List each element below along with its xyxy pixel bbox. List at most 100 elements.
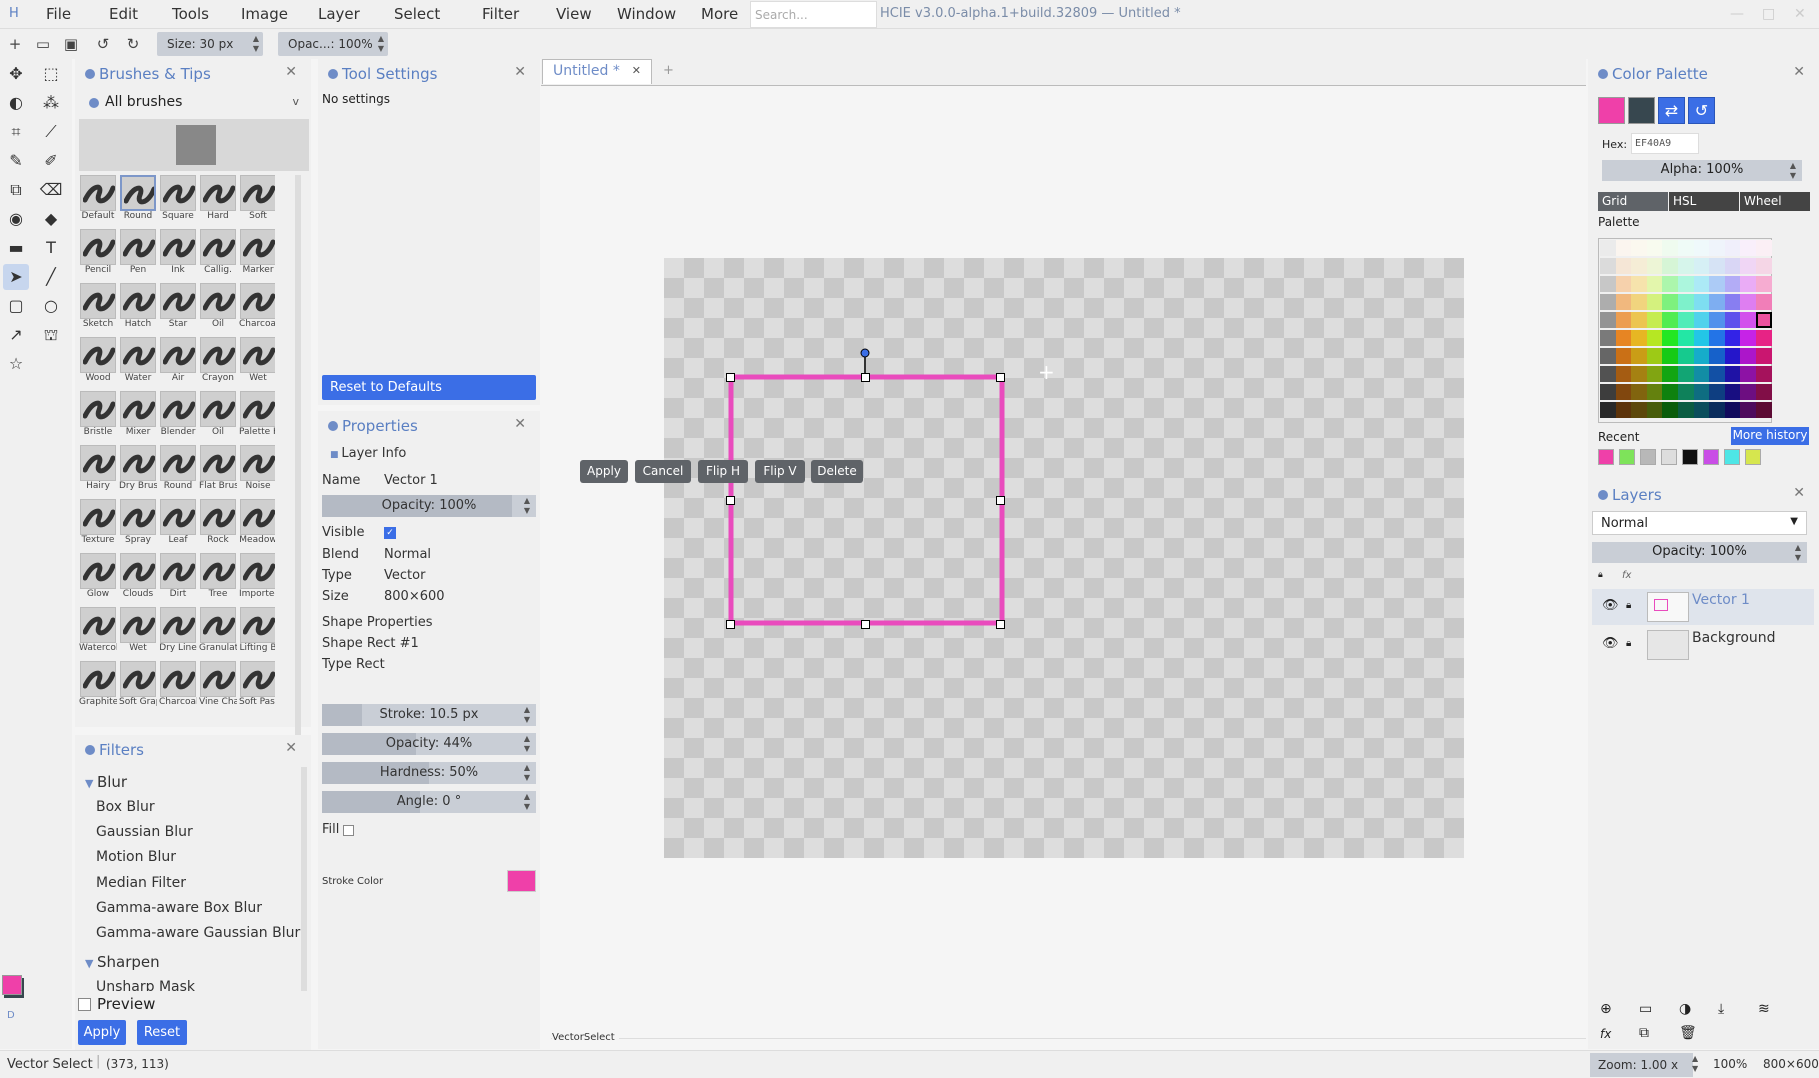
palette-swatch[interactable] bbox=[1740, 294, 1757, 310]
close-icon[interactable]: ✕ bbox=[285, 64, 297, 80]
palette-swatch[interactable] bbox=[1662, 258, 1679, 274]
palette-swatch[interactable] bbox=[1709, 294, 1726, 310]
default-colors-label[interactable]: D bbox=[7, 1010, 15, 1021]
brush-item[interactable]: Vine Char bbox=[199, 661, 237, 713]
palette-swatch[interactable] bbox=[1662, 402, 1679, 418]
palette-swatch[interactable] bbox=[1678, 258, 1694, 274]
brush-item[interactable]: Hatch bbox=[119, 283, 157, 335]
brush-item[interactable]: Imported bbox=[239, 553, 275, 605]
reset-colors-icon[interactable]: ↺ bbox=[1688, 97, 1715, 124]
crop-tool-icon[interactable]: ⌗ bbox=[3, 119, 29, 145]
filter-gamma-box-blur[interactable]: Gamma-aware Box Blur bbox=[96, 900, 262, 916]
filter-apply-button[interactable]: Apply bbox=[78, 1020, 126, 1045]
menu-tools[interactable]: Tools bbox=[172, 5, 209, 23]
lasso-tool-icon[interactable]: ◐ bbox=[3, 90, 29, 116]
palette-swatch[interactable] bbox=[1646, 240, 1663, 256]
palette-swatch[interactable] bbox=[1724, 240, 1741, 256]
fx-icon[interactable]: fx bbox=[1600, 1027, 1611, 1041]
text-tool-icon[interactable]: T bbox=[38, 235, 64, 261]
palette-swatch[interactable] bbox=[1600, 384, 1616, 400]
redo-icon[interactable]: ↻ bbox=[124, 35, 142, 53]
brush-item[interactable]: Water bbox=[119, 337, 157, 389]
brush-item[interactable]: Default bbox=[79, 175, 117, 227]
palette-swatch[interactable] bbox=[1740, 312, 1757, 328]
palette-swatch[interactable] bbox=[1693, 258, 1710, 274]
brush-item[interactable]: Soft Grap bbox=[119, 661, 157, 713]
vector-rect-shape[interactable] bbox=[728, 374, 1005, 626]
eyedropper-icon[interactable]: ⟋ bbox=[38, 119, 64, 145]
stroke-width-slider[interactable]: Stroke: 10.5 px ▲ ▼ bbox=[322, 704, 536, 726]
brush-item[interactable]: Charcoal bbox=[239, 283, 275, 335]
close-tab-icon[interactable]: ✕ bbox=[632, 64, 641, 77]
palette-swatch[interactable] bbox=[1709, 366, 1726, 382]
stepper-arrows-icon[interactable]: ▲ ▼ bbox=[524, 792, 530, 812]
move-tool-icon[interactable]: ✥ bbox=[3, 61, 29, 87]
palette-swatch[interactable] bbox=[1631, 312, 1648, 328]
palette-swatch[interactable] bbox=[1724, 312, 1741, 328]
effects-icon[interactable]: fx bbox=[1622, 570, 1631, 581]
vector-rect-overlay[interactable] bbox=[720, 345, 1016, 630]
minimize-icon[interactable]: — bbox=[1730, 6, 1744, 22]
palette-swatch[interactable] bbox=[1646, 330, 1663, 346]
brush-item[interactable]: Round bbox=[159, 445, 197, 497]
palette-swatch[interactable] bbox=[1631, 276, 1648, 292]
palette-swatch[interactable] bbox=[1756, 294, 1772, 310]
recent-color-swatch[interactable] bbox=[1661, 449, 1677, 465]
stepper-arrows-icon[interactable]: ▲ ▼ bbox=[524, 705, 530, 725]
brush-item[interactable]: Blender bbox=[159, 391, 197, 443]
filter-scrollbar[interactable] bbox=[301, 767, 307, 991]
brush-item[interactable]: Mixer bbox=[119, 391, 157, 443]
brush-item[interactable]: Crayon bbox=[199, 337, 237, 389]
layer-row-vector1[interactable]: 👁︎ 🔒︎ Vector 1 bbox=[1592, 589, 1814, 625]
recent-color-swatch[interactable] bbox=[1724, 449, 1740, 465]
primary-color-swatch[interactable] bbox=[2, 975, 22, 995]
palette-swatch[interactable] bbox=[1615, 240, 1632, 256]
resize-handle-se[interactable] bbox=[996, 620, 1005, 629]
resize-handle-e[interactable] bbox=[996, 496, 1005, 505]
palette-swatch[interactable] bbox=[1631, 330, 1648, 346]
menu-window[interactable]: Window bbox=[617, 5, 676, 23]
menu-more[interactable]: More bbox=[701, 5, 738, 23]
palette-swatch[interactable] bbox=[1740, 348, 1757, 364]
palette-swatch[interactable] bbox=[1740, 384, 1757, 400]
new-group-icon[interactable]: ▭ bbox=[1639, 1001, 1652, 1017]
fill-bucket-icon[interactable]: ◆ bbox=[38, 206, 64, 232]
palette-swatch[interactable] bbox=[1600, 240, 1616, 256]
palette-swatch[interactable] bbox=[1756, 330, 1772, 346]
visible-checkbox[interactable]: ✓ bbox=[384, 527, 396, 539]
brush-item[interactable]: Flat Brus bbox=[199, 445, 237, 497]
menu-select[interactable]: Select bbox=[394, 5, 440, 23]
palette-swatch[interactable] bbox=[1662, 348, 1679, 364]
filter-box-blur[interactable]: Box Blur bbox=[96, 799, 155, 815]
shape-delete-button[interactable]: Delete bbox=[811, 460, 863, 483]
eraser-tool-icon[interactable]: ⌫ bbox=[38, 177, 64, 203]
palette-swatch[interactable] bbox=[1678, 312, 1694, 328]
shape-cancel-button[interactable]: Cancel bbox=[635, 460, 691, 483]
zoom-stepper[interactable]: Zoom: 1.00 x bbox=[1590, 1053, 1693, 1077]
recent-color-swatch[interactable] bbox=[1745, 449, 1761, 465]
undo-icon[interactable]: ↺ bbox=[94, 35, 112, 53]
brush-item[interactable]: Bristle bbox=[79, 391, 117, 443]
palette-swatch[interactable] bbox=[1756, 258, 1772, 274]
brush-item[interactable]: Leaf bbox=[159, 499, 197, 551]
palette-swatch[interactable] bbox=[1646, 294, 1663, 310]
lock-icon[interactable]: 🔒︎ bbox=[1626, 600, 1631, 611]
palette-swatch[interactable] bbox=[1662, 240, 1679, 256]
palette-swatch[interactable] bbox=[1724, 294, 1741, 310]
magic-wand-icon[interactable]: ⁂ bbox=[38, 90, 64, 116]
pencil-tool-icon[interactable]: ✐ bbox=[38, 148, 64, 174]
brush-item[interactable]: Callig. bbox=[199, 229, 237, 281]
palette-swatch[interactable] bbox=[1693, 330, 1710, 346]
stepper-arrows-icon[interactable]: ▲ ▼ bbox=[524, 763, 530, 783]
palette-swatch[interactable] bbox=[1615, 312, 1632, 328]
rectangle-tool-icon[interactable]: ▢ bbox=[3, 293, 29, 319]
document-tab[interactable]: Untitled * ✕ bbox=[542, 59, 652, 84]
palette-swatch[interactable] bbox=[1646, 258, 1663, 274]
palette-swatch[interactable] bbox=[1662, 384, 1679, 400]
secondary-color-button[interactable] bbox=[1628, 97, 1655, 124]
brush-item[interactable]: Graphite bbox=[79, 661, 117, 713]
palette-swatch[interactable] bbox=[1631, 384, 1648, 400]
palette-swatch[interactable] bbox=[1600, 402, 1616, 418]
palette-swatch[interactable] bbox=[1756, 240, 1772, 256]
palette-swatch[interactable] bbox=[1693, 366, 1710, 382]
